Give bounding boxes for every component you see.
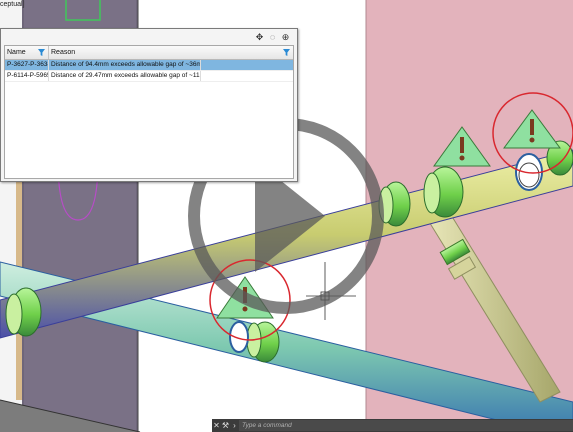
filter-icon[interactable]: [38, 49, 45, 56]
table-row[interactable]: P-6114-P-5965 Distance of 29.47mm exceed…: [5, 71, 293, 82]
cell-reason: Distance of 29.47mm exceeds allowable ga…: [51, 71, 201, 81]
move-icon[interactable]: ✥: [254, 32, 265, 43]
zoom-icon[interactable]: ⊕: [280, 32, 291, 43]
wrench-icon[interactable]: ⚒: [221, 420, 230, 431]
chevron-right-icon[interactable]: ›: [230, 420, 239, 431]
table-row[interactable]: P-3627-P-3638 Distance of 94.4mm exceeds…: [5, 60, 293, 71]
command-line: ✕ ⚒ ›: [212, 419, 573, 432]
column-header-reason[interactable]: Reason: [49, 46, 293, 59]
cell-reason: Distance of 94.4mm exceeds allowable gap…: [51, 60, 201, 70]
command-input[interactable]: [239, 420, 573, 431]
cell-name: P-6114-P-5965: [7, 71, 49, 81]
close-icon[interactable]: ✕: [212, 420, 221, 431]
lasso-icon[interactable]: ◌: [267, 32, 278, 43]
view-style-label[interactable]: ceptual]: [0, 0, 25, 9]
filter-icon[interactable]: [283, 49, 290, 56]
table-header: Name Reason: [5, 46, 293, 60]
panel-toolbar: ✥ ◌ ⊕: [254, 31, 291, 43]
clash-table: Name Reason P-3627-P-3638 Distance of 94…: [4, 45, 294, 179]
clash-results-panel: ✥ ◌ ⊕ Name Reason P-3627-P-3638 Distance…: [0, 28, 298, 182]
column-header-name[interactable]: Name: [5, 46, 49, 59]
cell-name: P-3627-P-3638: [7, 60, 49, 70]
